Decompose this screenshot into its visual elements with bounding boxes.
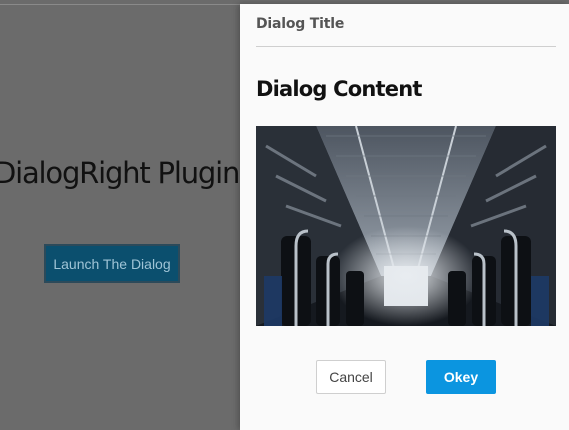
- dialog-content-heading: Dialog Content: [256, 77, 422, 101]
- dialog-title: Dialog Title: [256, 16, 345, 32]
- page-overlay[interactable]: DialogRight Plugin Example Launch The Di…: [0, 0, 569, 430]
- cancel-button[interactable]: Cancel: [316, 360, 386, 394]
- bus-interior-image: [256, 126, 556, 326]
- top-border-line: [0, 4, 240, 5]
- dialog-divider: [256, 46, 556, 47]
- launch-dialog-button[interactable]: Launch The Dialog: [44, 244, 180, 283]
- right-dialog-panel: Dialog Title Dialog Content Cancel Okey: [240, 4, 569, 430]
- okey-button[interactable]: Okey: [426, 360, 496, 394]
